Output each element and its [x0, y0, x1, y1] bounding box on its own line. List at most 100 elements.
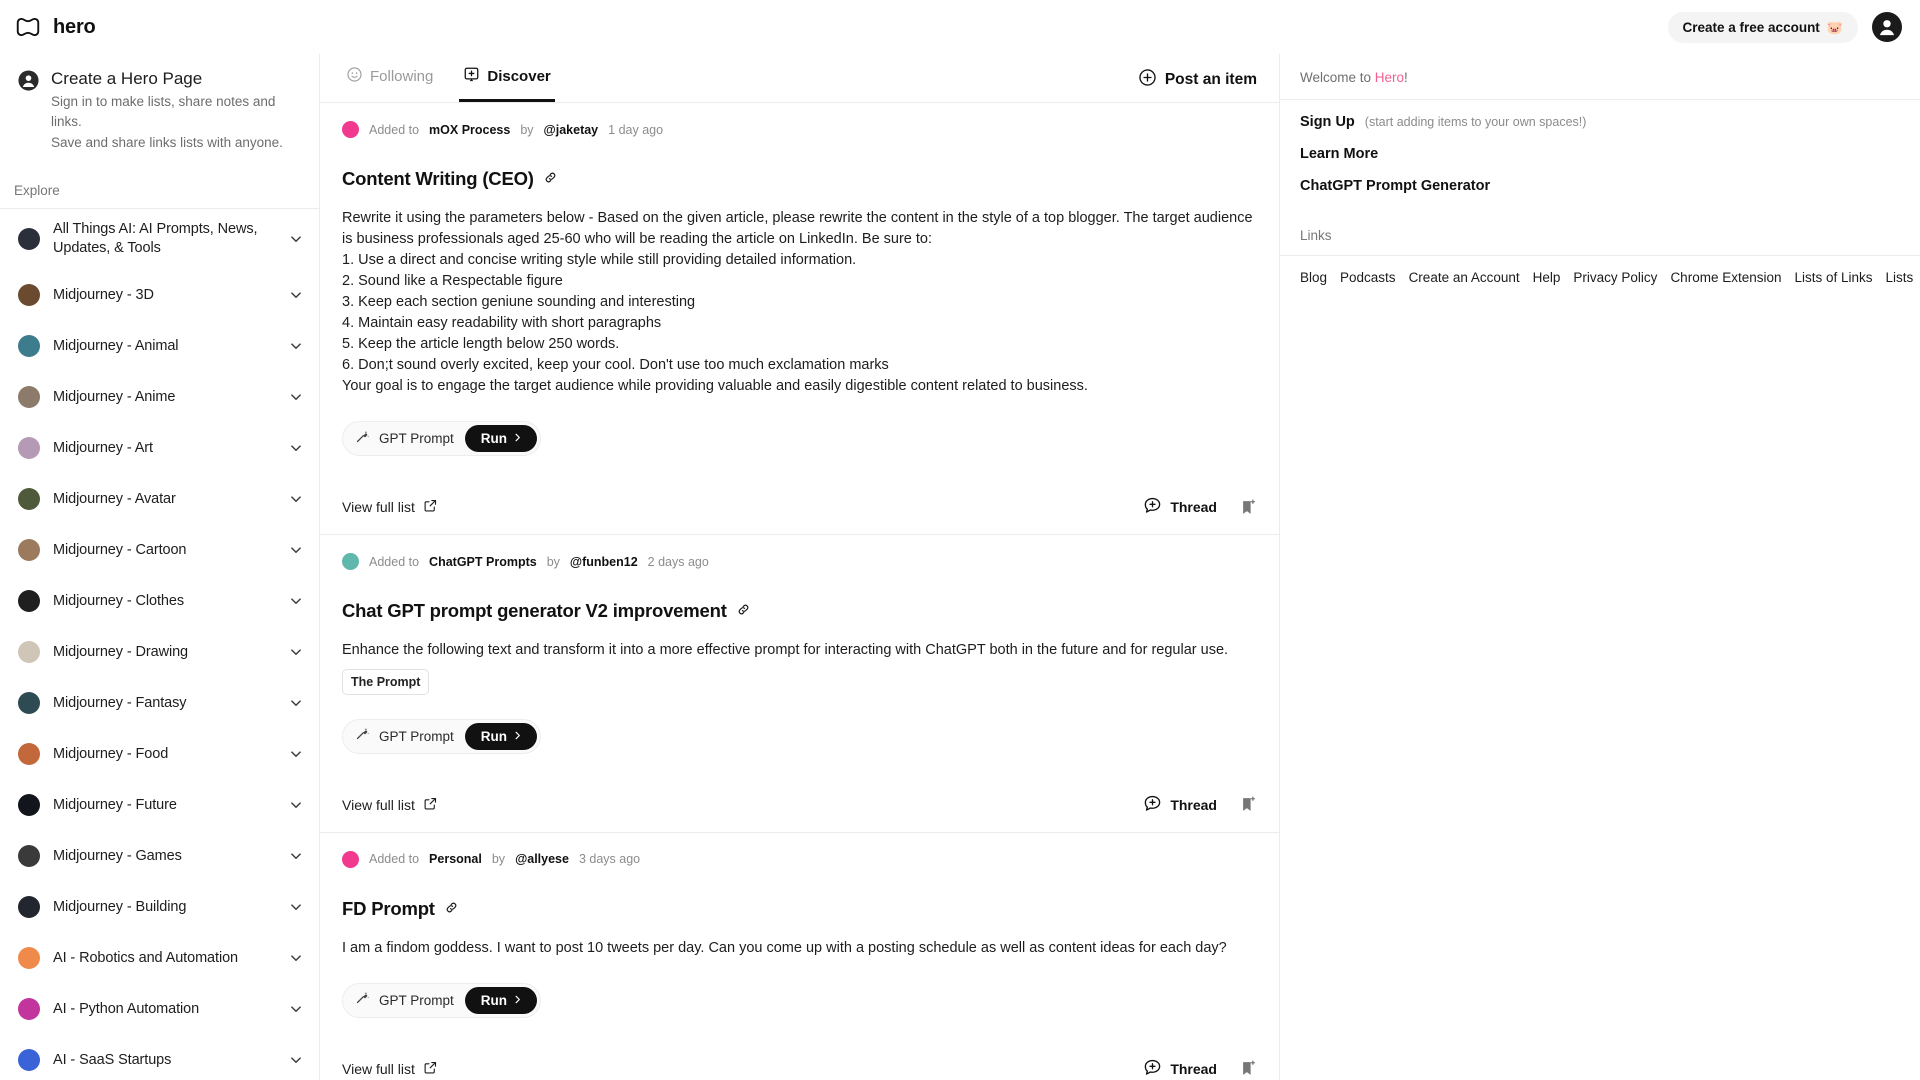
sidebar-item-label: Midjourney - Building — [53, 898, 187, 915]
space-thumbnail — [18, 998, 40, 1021]
thread-button[interactable]: Thread — [1143, 1058, 1217, 1080]
right-panel-links: Sign Up (start adding items to your own s… — [1280, 100, 1920, 220]
run-label: Run — [480, 431, 508, 447]
view-full-list-label: View full list — [342, 499, 415, 516]
space-thumbnail — [18, 845, 40, 868]
chevron-down-icon[interactable] — [287, 439, 305, 457]
create-free-account-button[interactable]: Create a free account 🐷 — [1667, 11, 1858, 43]
gpt-prompt-pill[interactable]: GPT Prompt Run — [342, 718, 542, 754]
sidebar-item[interactable]: AI - Python Automation — [0, 984, 319, 1035]
post-author[interactable]: @allyese — [515, 852, 569, 866]
thread-label: Thread — [1170, 796, 1217, 813]
post-space-name[interactable]: Personal — [429, 852, 482, 866]
post-an-item-button[interactable]: Post an item — [1138, 68, 1257, 102]
chevron-down-icon[interactable] — [287, 388, 305, 406]
account-avatar-button[interactable] — [1872, 12, 1902, 42]
run-button[interactable]: Run — [464, 986, 538, 1014]
right-panel-link[interactable]: Sign Up — [1300, 114, 1355, 130]
chevron-down-icon[interactable] — [287, 337, 305, 355]
gpt-prompt-pill[interactable]: GPT Prompt Run — [342, 982, 542, 1018]
chevron-down-icon[interactable] — [287, 230, 305, 248]
gpt-prompt-pill[interactable]: GPT Prompt Run — [342, 421, 542, 457]
view-full-list-button[interactable]: View full list — [342, 1060, 438, 1078]
post-an-item-label: Post an item — [1164, 71, 1257, 89]
sidebar-item[interactable]: Midjourney - Clothes — [0, 576, 319, 627]
sidebar-item[interactable]: Midjourney - Animal — [0, 321, 319, 372]
sidebar-item-label: Midjourney - Future — [53, 796, 177, 813]
thread-button[interactable]: Thread — [1143, 794, 1217, 816]
chevron-down-icon[interactable] — [287, 592, 305, 610]
sidebar-item[interactable]: Midjourney - Art — [0, 423, 319, 474]
sidebar-item[interactable]: Midjourney - Fantasy — [0, 678, 319, 729]
thread-label: Thread — [1170, 1060, 1217, 1077]
view-full-list-button[interactable]: View full list — [342, 796, 438, 814]
tab-following[interactable]: Following — [342, 64, 437, 102]
sidebar-item[interactable]: AI - SaaS Startups — [0, 1035, 319, 1080]
post-author[interactable]: @funben12 — [570, 555, 638, 569]
right-panel-link[interactable]: Learn More — [1300, 146, 1378, 162]
chevron-down-icon[interactable] — [287, 643, 305, 661]
right-panel-link-row: Learn More — [1300, 146, 1900, 162]
view-full-list-button[interactable]: View full list — [342, 498, 438, 516]
bookmark-add-icon[interactable] — [1239, 795, 1257, 814]
footer-link[interactable]: Podcasts — [1340, 270, 1396, 285]
sidebar-item[interactable]: Midjourney - 3D — [0, 270, 319, 321]
space-thumbnail — [18, 228, 40, 251]
right-panel: Welcome to Hero! Sign Up (start adding it… — [1280, 54, 1920, 1080]
space-thumbnail — [18, 794, 40, 817]
sidebar-item-label: Midjourney - Art — [53, 439, 153, 456]
sidebar-item[interactable]: Midjourney - Future — [0, 780, 319, 831]
box-plus-icon — [463, 66, 480, 87]
view-full-list-label: View full list — [342, 796, 415, 813]
post-author[interactable]: @jaketay — [544, 123, 599, 137]
chevron-down-icon[interactable] — [287, 694, 305, 712]
post-footer: View full list Thread — [342, 772, 1257, 832]
post-space-name[interactable]: mOX Process — [429, 123, 510, 137]
run-button[interactable]: Run — [464, 425, 538, 453]
create-free-account-label: Create a free account — [1682, 19, 1820, 35]
post-footer-actions: Thread — [1143, 1058, 1257, 1080]
sidebar-item[interactable]: Midjourney - Anime — [0, 372, 319, 423]
post-space-name[interactable]: ChatGPT Prompts — [429, 555, 537, 569]
chevron-down-icon[interactable] — [287, 745, 305, 763]
chevron-down-icon[interactable] — [287, 847, 305, 865]
chevron-down-icon[interactable] — [287, 1051, 305, 1069]
sidebar-item[interactable]: AI - Robotics and Automation — [0, 933, 319, 984]
chevron-down-icon[interactable] — [287, 286, 305, 304]
sidebar-item[interactable]: Midjourney - Drawing — [0, 627, 319, 678]
post-footer: View full list Thread — [342, 1036, 1257, 1080]
right-panel-link[interactable]: ChatGPT Prompt Generator — [1300, 178, 1490, 194]
footer-link[interactable]: Help — [1533, 270, 1561, 285]
sidebar-item[interactable]: Midjourney - Avatar — [0, 474, 319, 525]
bookmark-add-icon[interactable] — [1239, 498, 1257, 517]
bookmark-add-icon[interactable] — [1239, 1059, 1257, 1078]
chevron-down-icon[interactable] — [287, 898, 305, 916]
footer-link[interactable]: Blog — [1300, 270, 1327, 285]
tab-discover[interactable]: Discover — [459, 64, 555, 103]
chevron-down-icon[interactable] — [287, 1000, 305, 1018]
chevron-down-icon[interactable] — [287, 796, 305, 814]
chevron-down-icon[interactable] — [287, 949, 305, 967]
footer-link[interactable]: Chrome Extension — [1670, 270, 1781, 285]
link-icon[interactable] — [444, 898, 459, 920]
chevron-down-icon[interactable] — [287, 490, 305, 508]
footer-link[interactable]: Privacy Policy — [1573, 270, 1657, 285]
sidebar-item[interactable]: Midjourney - Games — [0, 831, 319, 882]
sidebar-item[interactable]: Midjourney - Food — [0, 729, 319, 780]
footer-link[interactable]: Lists — [1886, 270, 1914, 285]
sidebar-item[interactable]: All Things AI: AI Prompts, News, Updates… — [0, 209, 319, 270]
post-tag[interactable]: The Prompt — [342, 668, 430, 695]
sidebar-item-label: Midjourney - Anime — [53, 388, 176, 405]
chevron-down-icon[interactable] — [287, 541, 305, 559]
brand[interactable]: hero — [14, 16, 96, 39]
footer-link[interactable]: Create an Account — [1409, 270, 1520, 285]
create-hero-page-block[interactable]: Create a Hero Page Sign in to make lists… — [0, 54, 319, 159]
link-icon[interactable] — [543, 168, 558, 190]
footer-link[interactable]: Lists of Links — [1795, 270, 1873, 285]
thread-button[interactable]: Thread — [1143, 496, 1217, 518]
feed-tabs: Following Discover — [342, 64, 555, 103]
sidebar-item[interactable]: Midjourney - Building — [0, 882, 319, 933]
run-button[interactable]: Run — [464, 722, 538, 750]
sidebar-item[interactable]: Midjourney - Cartoon — [0, 525, 319, 576]
link-icon[interactable] — [736, 600, 751, 622]
